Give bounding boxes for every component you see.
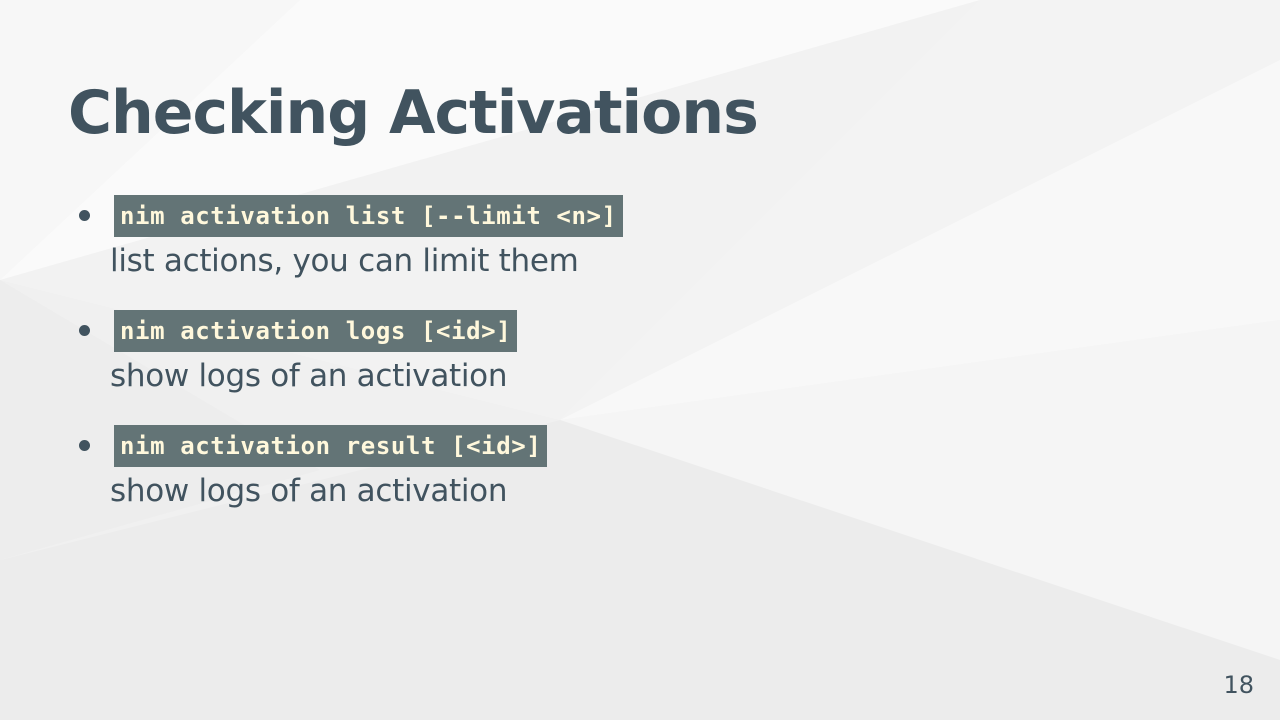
bullet-item: nim activation logs [<id>] show logs of … [79, 310, 1010, 396]
command-code: nim activation logs [<id>] [114, 310, 518, 352]
bullet-description: show logs of an activation [110, 358, 508, 394]
command-code: nim activation result [<id>] [114, 425, 548, 467]
slide-title: Checking Activations [68, 78, 759, 148]
bullet-item: nim activation result [<id>] show logs o… [79, 425, 1010, 511]
bullet-dot-icon [79, 210, 90, 221]
slide: Checking Activations nim activation list… [0, 0, 1280, 720]
bullet-dot-icon [79, 325, 90, 336]
bullet-description: list actions, you can limit them [110, 243, 579, 279]
bullet-dot-icon [79, 440, 90, 451]
bullet-description: show logs of an activation [110, 473, 508, 509]
page-number: 18 [1223, 671, 1254, 699]
bullet-item: nim activation list [--limit <n>] list a… [79, 195, 1010, 281]
command-code: nim activation list [--limit <n>] [114, 195, 623, 237]
